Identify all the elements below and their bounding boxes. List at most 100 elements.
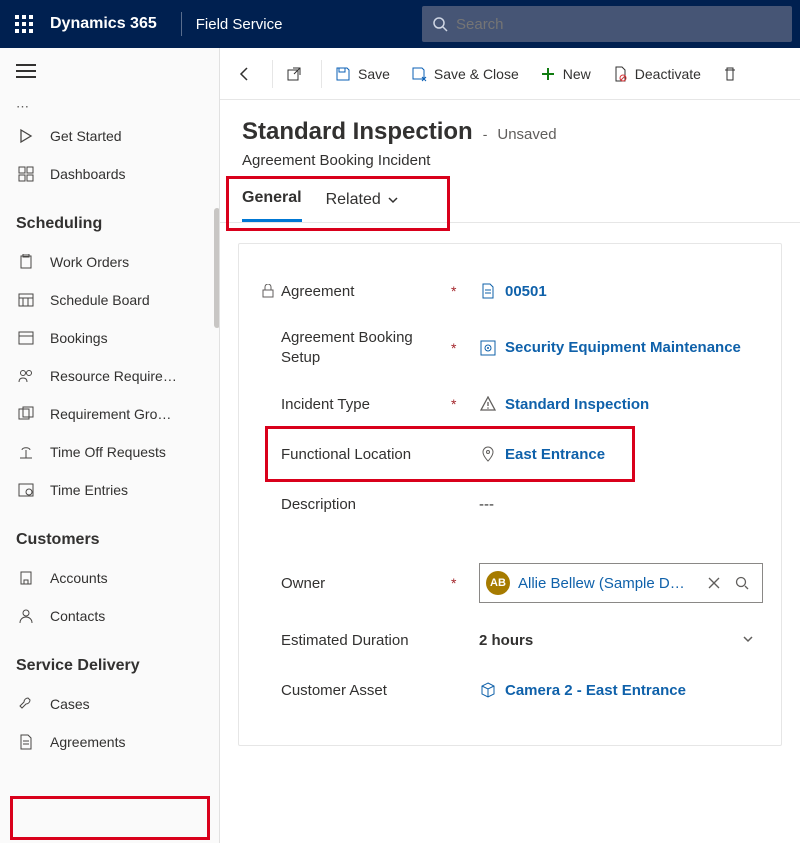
nav-item-cases[interactable]: Cases (0, 685, 219, 723)
new-button[interactable]: New (529, 54, 601, 94)
field-value[interactable]: 00501 (479, 282, 763, 300)
clear-lookup-button[interactable] (700, 577, 728, 589)
brand-name[interactable]: Dynamics 365 (50, 15, 157, 33)
cmdbar-divider (272, 60, 273, 88)
tab-label: General (242, 189, 302, 207)
field-estimated-duration[interactable]: Estimated Duration 2 hours (243, 615, 771, 665)
save-close-icon (410, 65, 428, 83)
field-agreement[interactable]: Agreement * 00501 (243, 266, 771, 316)
form-section-general: Agreement * 00501 Agreement Booking Setu… (238, 243, 782, 746)
field-description[interactable]: Description --- (243, 479, 771, 529)
field-label: Description (281, 496, 451, 513)
back-button[interactable] (226, 54, 270, 94)
warning-icon (479, 395, 497, 413)
calendar-grid-icon (16, 290, 36, 310)
lock-icon (259, 284, 277, 298)
module-name[interactable]: Field Service (196, 16, 283, 33)
cmd-label: Deactivate (635, 66, 701, 82)
field-label: Customer Asset (281, 682, 451, 699)
field-booking-setup[interactable]: Agreement Booking Setup * Security Equip… (243, 316, 771, 379)
owner-name[interactable]: Allie Bellew (Sample D… (518, 575, 700, 592)
wrench-icon (16, 694, 36, 714)
lookup-text: Camera 2 - East Entrance (505, 682, 686, 699)
location-pin-icon (479, 445, 497, 463)
nav-heading-scheduling: Scheduling (0, 193, 219, 243)
field-value[interactable]: --- (479, 496, 763, 513)
owner-lookup[interactable]: AB Allie Bellew (Sample D… (479, 563, 763, 603)
nav-label: Cases (50, 696, 90, 712)
field-value[interactable]: Standard Inspection (479, 395, 763, 413)
nav-item-dashboards[interactable]: Dashboards (0, 155, 219, 193)
tab-label: Related (326, 191, 381, 209)
document-icon (479, 282, 497, 300)
clipboard-icon (16, 252, 36, 272)
nav-label: Requirement Gro… (50, 406, 171, 422)
nav-collapse-button[interactable] (0, 56, 219, 93)
field-value[interactable]: 2 hours (479, 632, 741, 649)
search-input[interactable] (456, 16, 782, 33)
dash: - (483, 126, 488, 142)
global-search[interactable] (422, 6, 792, 42)
nav-item-work-orders[interactable]: Work Orders (0, 243, 219, 281)
nav-label: Time Off Requests (50, 444, 166, 460)
record-status: Unsaved (497, 126, 556, 143)
nav-label: Get Started (50, 128, 122, 144)
lookup-text: Security Equipment Maintenance (505, 339, 741, 356)
nav-item-resource-requirements[interactable]: Resource Require… (0, 357, 219, 395)
record-entity-name: Agreement Booking Incident (242, 152, 778, 169)
nav-truncated-indicator: ⋯ (0, 93, 219, 117)
field-owner[interactable]: Owner * AB Allie Bellew (Sample D… (243, 551, 771, 615)
nav-item-accounts[interactable]: Accounts (0, 559, 219, 597)
nav-label: Contacts (50, 608, 105, 624)
search-icon (432, 16, 448, 32)
calendar-clock-icon (16, 480, 36, 500)
tab-general[interactable]: General (242, 189, 302, 222)
nav-item-agreements[interactable]: Agreements (0, 723, 219, 761)
field-customer-asset[interactable]: Customer Asset Camera 2 - East Entrance (243, 665, 771, 715)
form-tabs: General Related (220, 175, 800, 223)
field-label: Owner (281, 575, 451, 592)
dropdown-chevron-icon[interactable] (741, 632, 763, 649)
nav-item-schedule-board[interactable]: Schedule Board (0, 281, 219, 319)
app-launcher-icon[interactable] (8, 8, 40, 40)
nav-label: Bookings (50, 330, 108, 346)
nav-label: Agreements (50, 734, 125, 750)
save-button[interactable]: Save (324, 54, 400, 94)
cmd-label: New (563, 66, 591, 82)
nav-item-contacts[interactable]: Contacts (0, 597, 219, 635)
nav-item-time-entries[interactable]: Time Entries (0, 471, 219, 509)
cmdbar-divider (321, 60, 322, 88)
required-marker: * (451, 340, 457, 356)
open-new-window-button[interactable] (275, 54, 319, 94)
trash-icon (721, 65, 739, 83)
plus-icon (539, 65, 557, 83)
delete-button[interactable] (711, 54, 755, 94)
lookup-text: East Entrance (505, 446, 605, 463)
nav-label: Accounts (50, 570, 108, 586)
person-icon (16, 606, 36, 626)
nav-item-time-off-requests[interactable]: Time Off Requests (0, 433, 219, 471)
nav-heading-service-delivery: Service Delivery (0, 635, 219, 685)
lookup-search-button[interactable] (728, 576, 756, 590)
nav-item-get-started[interactable]: Get Started (0, 117, 219, 155)
tab-related[interactable]: Related (326, 189, 399, 222)
avatar: AB (486, 571, 510, 595)
dashboard-icon (16, 164, 36, 184)
field-value[interactable]: Security Equipment Maintenance (479, 339, 763, 357)
nav-item-bookings[interactable]: Bookings (0, 319, 219, 357)
field-functional-location[interactable]: Functional Location East Entrance (243, 429, 771, 479)
deactivate-button[interactable]: Deactivate (601, 54, 711, 94)
nav-item-requirement-groups[interactable]: Requirement Gro… (0, 395, 219, 433)
field-value[interactable]: Camera 2 - East Entrance (479, 681, 763, 699)
field-incident-type[interactable]: Incident Type * Standard Inspection (243, 379, 771, 429)
field-value[interactable]: East Entrance (479, 445, 763, 463)
people-icon (16, 366, 36, 386)
gear-calendar-icon (479, 339, 497, 357)
field-label: Agreement (281, 283, 451, 300)
command-bar: Save Save & Close New Deactivate (220, 48, 800, 100)
chevron-down-icon (387, 194, 399, 206)
package-icon (479, 681, 497, 699)
save-close-button[interactable]: Save & Close (400, 54, 529, 94)
field-label: Agreement Booking Setup (281, 328, 451, 367)
nav-label: Resource Require… (50, 368, 177, 384)
